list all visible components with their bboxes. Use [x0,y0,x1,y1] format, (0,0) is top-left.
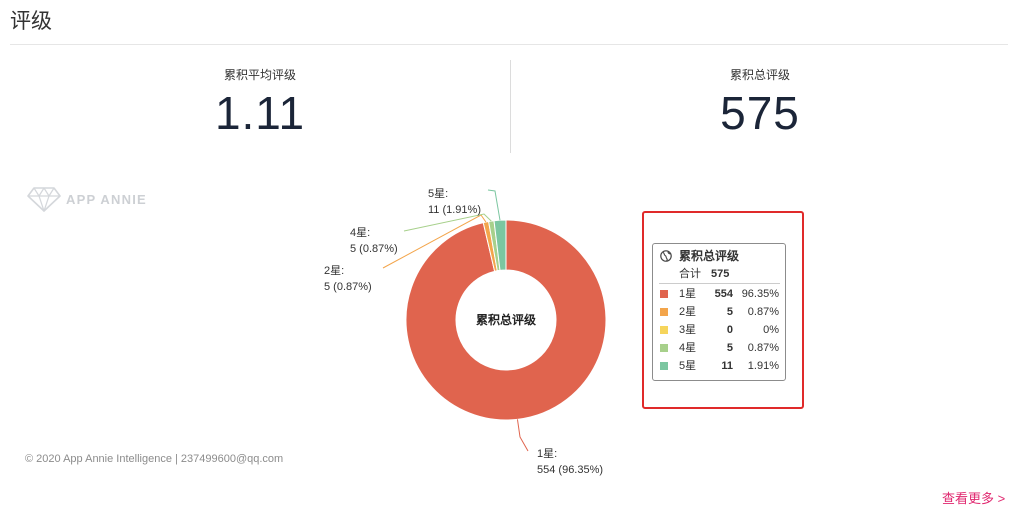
data-label-name: 2星: [324,264,344,277]
tooltip-row: 1星 554 96.35% [653,287,785,301]
tooltip-row: 5星 11 1.91% [653,359,785,373]
series-color-swatch [660,308,668,316]
tooltip-row-count: 5 [726,306,733,318]
tooltip-row-name: 1星 [679,288,697,300]
watermark-text: APP ANNIE [66,191,147,207]
copyright-footer: © 2020 App Annie Intelligence | 23749960… [25,453,284,465]
app-annie-diamond-logo-icon [27,187,61,212]
chart-tooltip: 累积总评级 合计 575 1星 554 96.35% 2星 5 0.87% 3星… [652,243,786,381]
tooltip-row-count: 554 [714,288,733,300]
total-ratings-label: 累积总评级 [729,68,790,82]
data-label-connector [516,419,529,452]
average-rating-label: 累积平均评级 [223,68,296,82]
tooltip-row-name: 2星 [679,306,697,318]
total-ratings-stat: 累积总评级 575 [510,0,1010,160]
tooltip-row-percent: 96.35% [741,288,779,300]
series-color-swatch [660,362,668,370]
data-label-value: 5 (0.87%) [350,243,398,255]
tooltip-row-count: 0 [726,324,733,336]
tooltip-row-count: 11 [721,360,733,372]
average-rating-value: 1.11 [214,87,306,139]
series-color-swatch [660,326,668,334]
tooltip-row: 3星 0 0% [653,323,785,337]
tooltip-divider [659,283,780,284]
globe-icon [660,250,672,262]
series-color-swatch [660,344,668,352]
series-color-swatch [660,290,668,298]
tooltip-row-name: 3星 [679,324,697,336]
data-label-connector [487,189,501,221]
donut-center-label: 累积总评级 [476,312,536,327]
app-annie-watermark: APP ANNIE [27,185,147,213]
data-label-value: 554 (96.35%) [537,464,603,476]
total-ratings-value: 575 [720,87,800,139]
tooltip-title: 累积总评级 [679,249,740,263]
average-rating-stat: 累积平均评级 1.11 [10,0,510,160]
tooltip-row-name: 5星 [679,360,697,372]
tooltip-total-value: 575 [711,268,730,280]
tooltip-row-percent: 0.87% [747,306,779,318]
data-label-name: 1星: [537,447,557,460]
donut-chart: 1星: 554 (96.35%) 2星: 5 (0.87%) 4星: 5 (0.87%) 5… [324,187,607,476]
tooltip-row-percent: 1.91% [747,360,779,372]
tooltip-row-percent: 0.87% [747,342,779,354]
tooltip-row-name: 4星 [679,342,697,354]
tooltip-total-label: 合计 [679,268,701,280]
tooltip-row: 4星 5 0.87% [653,341,785,355]
data-label-value: 5 (0.87%) [324,281,372,293]
data-label-name: 4星: [350,226,370,239]
tooltip-row-count: 5 [726,342,733,354]
data-label-value: 11 (1.91%) [428,204,481,216]
tooltip-row-percent: 0% [763,324,779,336]
tooltip-row: 2星 5 0.87% [653,305,785,319]
view-more-link[interactable]: 查看更多 > [942,491,1005,507]
data-label-name: 5星: [428,187,448,200]
